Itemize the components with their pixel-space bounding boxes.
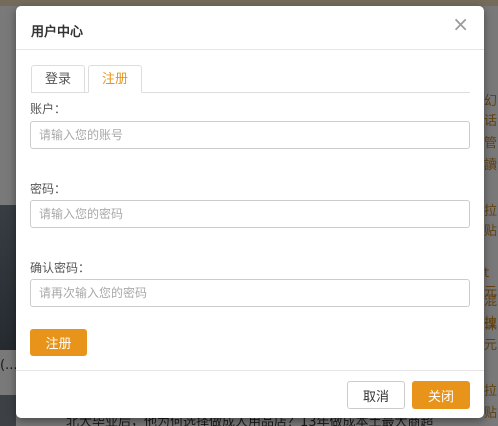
tab-register[interactable]: 注册 bbox=[88, 65, 143, 93]
modal-header: 用户中心 × bbox=[16, 6, 484, 50]
account-label: 账户： bbox=[30, 102, 67, 116]
user-center-modal: 用户中心 × 登录 注册 账户： 密码： 确认密码： 注册 取消 关闭 bbox=[16, 6, 484, 418]
tab-login[interactable]: 登录 bbox=[31, 65, 86, 93]
confirm-password-label: 确认密码： bbox=[30, 261, 91, 275]
cancel-button[interactable]: 取消 bbox=[347, 381, 405, 409]
account-input[interactable] bbox=[30, 121, 470, 149]
confirm-password-input[interactable] bbox=[30, 279, 470, 307]
auth-tabs: 登录 注册 bbox=[31, 65, 470, 93]
modal-footer: 取消 关闭 bbox=[16, 370, 484, 418]
modal-title: 用户中心 bbox=[31, 25, 84, 40]
password-input[interactable] bbox=[30, 200, 470, 228]
register-button[interactable]: 注册 bbox=[30, 329, 87, 356]
close-button[interactable]: 关闭 bbox=[412, 381, 470, 409]
close-icon[interactable]: × bbox=[452, 14, 469, 34]
password-label: 密码： bbox=[30, 182, 67, 196]
